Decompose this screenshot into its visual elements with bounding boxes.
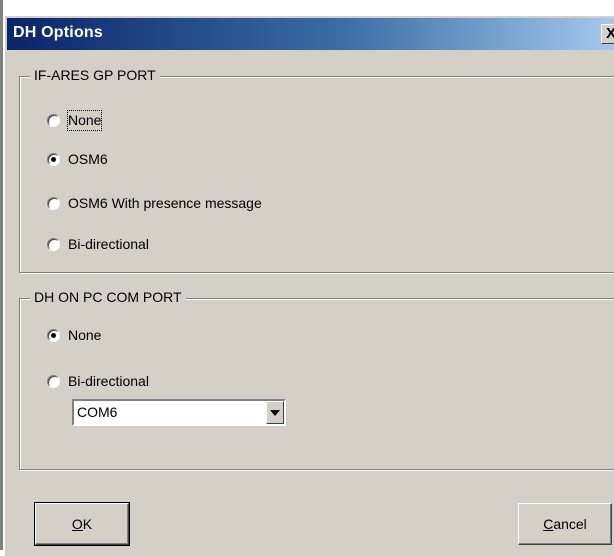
com-port-select[interactable]: COM6	[72, 399, 286, 426]
radio-label: OSM6	[68, 151, 108, 167]
close-icon[interactable]: X	[601, 24, 614, 44]
radio-button[interactable]	[47, 153, 60, 166]
window-edge	[0, 0, 3, 550]
dh-options-dialog: DH Options X IF-ARES GP PORT None OSM6 O…	[3, 14, 614, 556]
radio-button[interactable]	[47, 375, 60, 388]
window-title: DH Options	[13, 24, 103, 41]
dropdown-button[interactable]	[266, 401, 284, 424]
radio-button[interactable]	[47, 114, 60, 127]
radio-label: OSM6 With presence message	[68, 195, 262, 211]
chevron-down-icon	[270, 410, 280, 416]
ok-button[interactable]: OK	[34, 502, 130, 546]
radio-label: None	[66, 110, 103, 131]
radio-button[interactable]	[47, 238, 60, 251]
radio-label: Bi-directional	[68, 373, 149, 389]
title-bar[interactable]: DH Options X	[7, 18, 614, 50]
radio-button[interactable]	[47, 329, 60, 342]
cancel-mnemonic: C	[543, 516, 554, 532]
ok-label-rest: K	[82, 516, 93, 532]
screen: DH Options X IF-ARES GP PORT None OSM6 O…	[0, 0, 614, 556]
radio-label: Bi-directional	[68, 236, 149, 252]
radio-button[interactable]	[47, 197, 60, 210]
com-port-value: COM6	[77, 404, 118, 420]
gp-port-caption: IF-ARES GP PORT	[30, 67, 160, 83]
cancel-label-rest: ancel	[553, 516, 587, 532]
ok-mnemonic: O	[71, 516, 83, 532]
cancel-button[interactable]: Cancel	[518, 503, 612, 545]
radio-label: None	[68, 327, 102, 343]
pc-com-port-caption: DH ON PC COM PORT	[30, 289, 186, 305]
